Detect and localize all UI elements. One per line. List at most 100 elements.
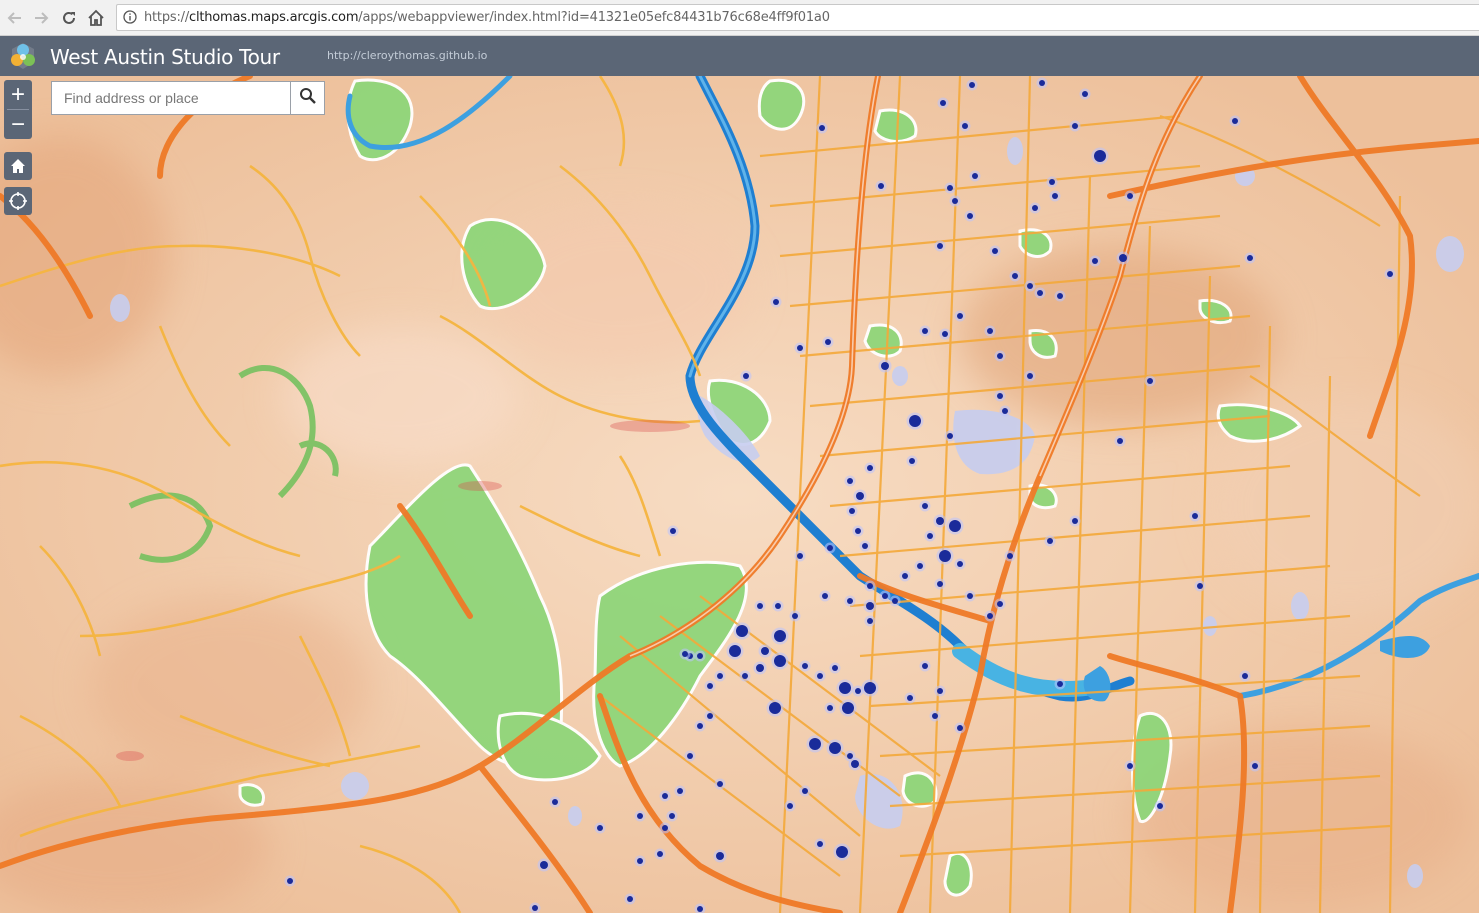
studio-marker[interactable] (849, 508, 855, 514)
studio-marker[interactable] (662, 825, 668, 831)
studio-marker[interactable] (775, 603, 781, 609)
studio-marker[interactable] (822, 593, 828, 599)
studio-marker[interactable] (922, 503, 928, 509)
studio-marker[interactable] (836, 846, 848, 858)
studio-marker[interactable] (882, 593, 888, 599)
studio-marker[interactable] (957, 725, 963, 731)
studio-marker[interactable] (827, 705, 833, 711)
studio-marker[interactable] (1007, 553, 1013, 559)
studio-marker[interactable] (1232, 118, 1238, 124)
map-view[interactable]: + − (0, 76, 1479, 913)
studio-marker[interactable] (1387, 271, 1393, 277)
studio-marker[interactable] (937, 243, 943, 249)
studio-marker[interactable] (1047, 538, 1053, 544)
studio-marker[interactable] (1027, 283, 1033, 289)
studio-marker[interactable] (829, 742, 841, 754)
studio-marker[interactable] (936, 517, 944, 525)
studio-marker[interactable] (997, 393, 1003, 399)
studio-marker[interactable] (597, 825, 603, 831)
search-input[interactable] (52, 82, 292, 114)
studio-marker[interactable] (827, 545, 833, 551)
studio-marker[interactable] (769, 702, 781, 714)
studio-marker[interactable] (817, 841, 823, 847)
studio-marker[interactable] (756, 664, 764, 672)
studio-marker[interactable] (742, 673, 748, 679)
studio-marker[interactable] (881, 362, 889, 370)
home-icon[interactable] (86, 8, 106, 28)
studio-marker[interactable] (757, 603, 763, 609)
studio-marker[interactable] (1057, 293, 1063, 299)
studio-marker[interactable] (761, 647, 769, 655)
studio-marker[interactable] (1247, 255, 1253, 261)
studio-marker[interactable] (937, 581, 943, 587)
studio-marker[interactable] (627, 896, 633, 902)
studio-marker[interactable] (847, 753, 853, 759)
studio-marker[interactable] (1119, 254, 1127, 262)
studio-marker[interactable] (967, 593, 973, 599)
studio-marker[interactable] (939, 550, 951, 562)
studio-marker[interactable] (697, 906, 703, 912)
studio-marker[interactable] (1072, 123, 1078, 129)
studio-marker[interactable] (937, 688, 943, 694)
studio-marker[interactable] (1252, 763, 1258, 769)
forward-arrow-icon[interactable] (31, 8, 51, 28)
studio-marker[interactable] (1147, 378, 1153, 384)
studio-marker[interactable] (657, 851, 663, 857)
studio-marker[interactable] (552, 799, 558, 805)
studio-marker[interactable] (697, 723, 703, 729)
studio-marker[interactable] (1127, 193, 1133, 199)
studio-marker[interactable] (1072, 518, 1078, 524)
studio-marker[interactable] (907, 695, 913, 701)
studio-marker[interactable] (1192, 513, 1198, 519)
studio-marker[interactable] (1092, 258, 1098, 264)
studio-marker[interactable] (802, 663, 808, 669)
studio-marker[interactable] (774, 655, 786, 667)
studio-marker[interactable] (1012, 273, 1018, 279)
studio-marker[interactable] (662, 793, 668, 799)
studio-marker[interactable] (687, 753, 693, 759)
zoom-out-icon[interactable]: − (4, 110, 32, 139)
studio-marker[interactable] (947, 433, 953, 439)
studio-marker[interactable] (917, 563, 923, 569)
studio-marker[interactable] (867, 465, 873, 471)
studio-marker[interactable] (802, 788, 808, 794)
studio-marker[interactable] (952, 198, 958, 204)
studio-marker[interactable] (729, 645, 741, 657)
studio-marker[interactable] (847, 598, 853, 604)
studio-marker[interactable] (909, 458, 915, 464)
studio-marker[interactable] (947, 185, 953, 191)
studio-marker[interactable] (940, 100, 946, 106)
studio-marker[interactable] (682, 651, 688, 657)
studio-marker[interactable] (851, 760, 859, 768)
studio-marker[interactable] (707, 683, 713, 689)
studio-marker[interactable] (1157, 803, 1163, 809)
studio-marker[interactable] (878, 183, 884, 189)
studio-marker[interactable] (540, 861, 548, 869)
studio-marker[interactable] (736, 625, 748, 637)
studio-marker[interactable] (942, 331, 948, 337)
studio-marker[interactable] (817, 673, 823, 679)
studio-marker[interactable] (892, 598, 898, 604)
studio-marker[interactable] (867, 618, 873, 624)
studio-marker[interactable] (847, 478, 853, 484)
studio-marker[interactable] (957, 313, 963, 319)
studio-marker[interactable] (1037, 290, 1043, 296)
studio-marker[interactable] (1002, 408, 1008, 414)
studio-marker[interactable] (855, 528, 861, 534)
studio-marker[interactable] (819, 125, 825, 131)
reload-icon[interactable] (59, 8, 79, 28)
studio-marker[interactable] (787, 803, 793, 809)
studio-marker[interactable] (997, 353, 1003, 359)
studio-marker[interactable] (855, 688, 861, 694)
studio-marker[interactable] (1197, 583, 1203, 589)
studio-marker[interactable] (987, 613, 993, 619)
studio-marker[interactable] (866, 602, 874, 610)
studio-marker[interactable] (1117, 438, 1123, 444)
studio-marker[interactable] (743, 373, 749, 379)
studio-marker[interactable] (1242, 673, 1248, 679)
studio-marker[interactable] (839, 682, 851, 694)
studio-marker[interactable] (972, 173, 978, 179)
studio-marker[interactable] (927, 533, 933, 539)
studio-marker[interactable] (797, 345, 803, 351)
studio-marker[interactable] (717, 781, 723, 787)
